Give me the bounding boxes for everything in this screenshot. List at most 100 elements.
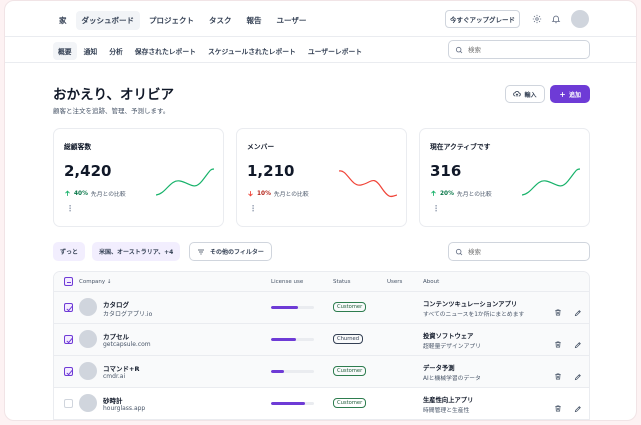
row-checkbox[interactable]	[64, 303, 73, 312]
company-name: 砂時計	[103, 397, 123, 405]
company-website: カタログアプリ.io	[103, 311, 153, 318]
nav-projects[interactable]: プロジェクト	[143, 11, 200, 30]
more-options-icon[interactable]: ⋮	[432, 205, 440, 213]
about-description: 時間管理と生産性	[423, 408, 470, 414]
filter-chip-all-time[interactable]: ずっと	[53, 242, 86, 261]
trash-icon[interactable]	[554, 398, 562, 417]
search-icon	[455, 248, 463, 255]
stat-value: 2,420	[64, 162, 112, 180]
license-usage-fill	[271, 306, 298, 309]
add-button[interactable]: 追加	[550, 85, 590, 103]
upgrade-button[interactable]: 今すぐアップグレード	[445, 10, 520, 28]
row-checkbox[interactable]	[64, 335, 73, 344]
stat-card-total-customers: 総顧客数 2,420 40% 先月との比較 ⋮	[53, 128, 224, 227]
stat-compare: 先月との比較	[273, 192, 309, 198]
app-window: 家 ダッシュボード プロジェクト タスク 報告 ユーザー 今すぐアップグレード …	[4, 0, 637, 421]
nav-home[interactable]: 家	[53, 11, 73, 30]
tab-saved-reports[interactable]: 保存されたレポート	[130, 42, 201, 60]
stat-change: 10%	[257, 190, 271, 197]
tab-user-reports[interactable]: ユーザーレポート	[303, 42, 367, 60]
nav-reports[interactable]: 報告	[241, 11, 268, 30]
top-search-input[interactable]	[468, 45, 568, 54]
more-filters-button[interactable]: その他のフィルター	[189, 242, 272, 261]
nav-tasks[interactable]: タスク	[203, 11, 238, 30]
search-icon	[455, 46, 463, 53]
edit-pencil-icon[interactable]	[574, 334, 582, 353]
settings-icon[interactable]	[532, 14, 542, 24]
import-button[interactable]: 輸入	[505, 85, 545, 103]
trash-icon[interactable]	[554, 302, 562, 321]
column-about: About	[423, 279, 440, 285]
company-website: hourglass.app	[103, 405, 146, 412]
table-row[interactable]: 砂時計 hourglass.app Customer 生産性向上アプリ 時間管理と生産性	[54, 388, 589, 420]
table-search-input[interactable]	[468, 247, 568, 256]
tab-overview[interactable]: 概要	[53, 42, 77, 60]
more-filters-label: その他のフィルター	[210, 249, 264, 256]
company-website: getcapsule.com	[103, 341, 151, 348]
select-all-checkbox[interactable]	[64, 277, 73, 286]
status-badge: Customer	[333, 302, 367, 312]
stat-card-members: メンバー 1,210 10% 先月との比較 ⋮	[236, 128, 407, 227]
trash-icon[interactable]	[554, 334, 562, 353]
add-label: 追加	[568, 91, 581, 99]
status-badge: Customer	[333, 366, 367, 376]
column-company[interactable]: Company ↓	[79, 279, 112, 285]
license-usage-bar	[271, 338, 314, 341]
company-name: コマンド+R	[103, 365, 140, 373]
about-title: 生産性向上アプリ	[423, 397, 474, 404]
about-description: すべてのニュースを1か所にまとめます	[423, 312, 525, 318]
status-badge: Customer	[333, 398, 367, 408]
stat-compare: 先月との比較	[456, 192, 492, 198]
row-checkbox[interactable]	[64, 399, 73, 408]
tab-analytics[interactable]: 分析	[104, 42, 128, 60]
company-name: カタログ	[103, 301, 129, 309]
about-title: コンテンツキュレーションアプリ	[423, 301, 518, 308]
stat-trend: 20% 先月との比較	[430, 189, 492, 198]
table-search-box[interactable]	[448, 242, 590, 261]
company-website: cmdr.ai	[103, 373, 126, 380]
table-row[interactable]: カプセル getcapsule.com Churned 投資ソフトウェア 超軽量デザイン…	[54, 324, 589, 356]
filter-lines-icon	[198, 249, 204, 254]
tab-notifications[interactable]: 通知	[79, 42, 103, 60]
arrow-down-icon	[248, 191, 253, 197]
bell-icon[interactable]	[551, 14, 561, 24]
more-options-icon[interactable]: ⋮	[249, 205, 257, 213]
sparkline-down	[339, 170, 397, 198]
trash-icon[interactable]	[554, 366, 562, 385]
edit-pencil-icon[interactable]	[574, 398, 582, 417]
stat-change: 20%	[440, 190, 454, 197]
table-row[interactable]: カタログカタログアプリ.io Customer コンテンツキュレーションアプリすべて…	[54, 292, 589, 324]
user-avatar[interactable]	[571, 10, 589, 28]
stat-label: 現在アクティブです	[430, 143, 491, 151]
company-logo	[79, 298, 97, 316]
column-company-label: Company	[79, 279, 106, 285]
page-subtitle: 顧客と注文を追跡、管理、予測します。	[53, 107, 170, 115]
edit-pencil-icon[interactable]	[574, 366, 582, 385]
column-users: Users	[387, 279, 403, 285]
more-options-icon[interactable]: ⋮	[66, 205, 74, 213]
stat-value: 1,210	[247, 162, 295, 180]
edit-pencil-icon[interactable]	[574, 302, 582, 321]
cloud-upload-icon	[513, 90, 522, 97]
row-checkbox[interactable]	[64, 367, 73, 376]
column-license: License use	[271, 279, 304, 285]
about-title: 投資ソフトウェア	[423, 333, 474, 340]
license-usage-bar	[271, 370, 314, 373]
nav-dashboard[interactable]: ダッシュボード	[75, 11, 140, 30]
tab-scheduled-reports[interactable]: スケジュールされたレポート	[203, 42, 301, 60]
stat-trend: 10% 先月との比較	[247, 189, 309, 198]
filter-chip-regions[interactable]: 米国、オーストラリア、+4	[92, 242, 181, 261]
stat-label: メンバー	[247, 143, 275, 151]
plus-icon	[560, 91, 565, 97]
table-row[interactable]: コマンド+R cmdr.ai Customer データ予測 AIと機械学習のデータ	[54, 356, 589, 388]
company-logo	[79, 362, 97, 380]
top-nav: 家 ダッシュボード プロジェクト タスク 報告 ユーザー 今すぐアップグレード	[5, 1, 636, 37]
company-logo	[79, 394, 97, 412]
stat-card-active-now: 現在アクティブです 316 20% 先月との比較 ⋮	[419, 128, 590, 227]
about-title: データ予測	[423, 365, 455, 372]
stat-trend: 40% 先月との比較	[64, 189, 126, 198]
table-header: Company ↓ License use Status Users About	[54, 272, 589, 292]
top-search-box[interactable]	[448, 40, 590, 59]
nav-users[interactable]: ユーザー	[271, 11, 313, 30]
about-description: AIと機械学習のデータ	[423, 376, 481, 382]
